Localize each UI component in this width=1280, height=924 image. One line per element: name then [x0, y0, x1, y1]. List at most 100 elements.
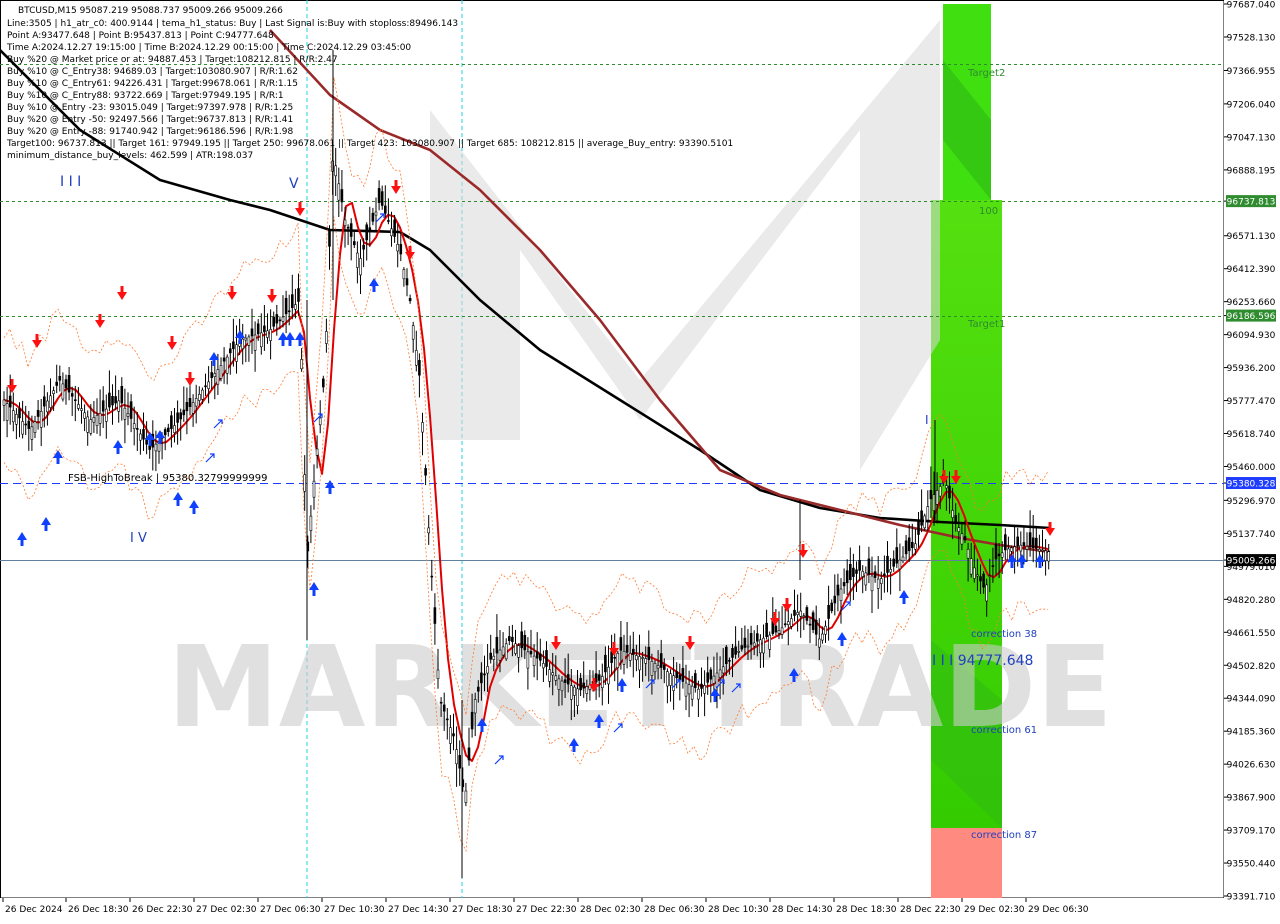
candle-body [411, 325, 415, 340]
candle-body [842, 582, 846, 587]
y-tick-label: 93391.710 [1227, 893, 1276, 903]
candle-body [569, 685, 573, 700]
point-c-label: I I I 94777.648 [932, 653, 1033, 669]
x-tick-label: 28 Dec 14:30 [772, 905, 833, 915]
y-tick-label: 94502.820 [1227, 662, 1276, 672]
y-tick-label: 96888.195 [1227, 166, 1276, 176]
candle-body [30, 426, 34, 440]
candle-body [517, 645, 520, 658]
candle-body [653, 662, 657, 673]
candle-body [1010, 547, 1013, 552]
candle-body [232, 341, 235, 350]
candle-body [870, 575, 874, 592]
candle-body [876, 578, 880, 589]
candle-body [814, 619, 818, 635]
candle-body [185, 401, 189, 412]
candle-body [498, 649, 502, 661]
candle-body [867, 558, 871, 575]
candle-body [495, 636, 499, 654]
candle-body [39, 410, 43, 428]
candle-body [229, 348, 232, 354]
candle-body [170, 415, 173, 429]
price-level-tag-label: 96737.813 [1227, 198, 1276, 208]
candle-body [408, 297, 412, 302]
candle-body [182, 409, 186, 416]
candle-body [83, 412, 86, 419]
candle-body [210, 372, 213, 378]
candle-body [365, 224, 369, 241]
candle-body [492, 655, 496, 660]
candle-body [759, 639, 762, 654]
info-line: Buy %10 @ C_Entry38: 94689.03 | Target:1… [7, 67, 298, 77]
info-line: Buy %20 @ Entry -50: 92497.566 | Target:… [7, 115, 293, 125]
candle-body [659, 653, 663, 668]
candle-body [666, 671, 669, 687]
candle-body [114, 396, 117, 404]
correction-label: correction 38 [971, 629, 1037, 640]
candle-body [402, 269, 406, 280]
candle-body [117, 400, 120, 412]
candle-body [824, 625, 827, 635]
candle-body [786, 621, 790, 626]
candle-body [504, 643, 508, 660]
level-label: FSB-HighToBreak | 95380.32799999999 [68, 473, 267, 484]
candle-body [5, 403, 9, 421]
candle-body [173, 425, 176, 433]
candle-body [476, 686, 480, 692]
price-level-tag-label: 95380.328 [1227, 480, 1276, 490]
candle-body [473, 699, 477, 714]
y-tick-label: 94026.630 [1227, 761, 1276, 771]
candle-body [852, 567, 855, 577]
candle-body [216, 369, 220, 385]
candle-body [638, 656, 641, 671]
correction-label: correction 87 [971, 830, 1037, 841]
candle-body [948, 485, 951, 499]
candle-body [8, 395, 12, 408]
candle-body [520, 631, 524, 649]
candle-body [566, 674, 570, 685]
info-line: minimum_distance_buy_levels: 462.599 | A… [7, 151, 253, 161]
candle-body [349, 223, 353, 237]
candle-body [855, 569, 858, 574]
candle-body [399, 244, 403, 255]
candle-body [74, 399, 77, 402]
chart-area[interactable]: MARKETTRADE BTCUSD,M15 95087.219 95088.7… [0, 0, 1280, 920]
info-line: Buy %10 @ C_Entry61: 94226.431 | Target:… [7, 79, 298, 89]
candle-body [126, 412, 130, 417]
candle-body [424, 468, 427, 476]
info-line: Buy %10 @ C_Entry88: 93722.669 | Target:… [7, 91, 284, 101]
info-line: Point A:93477.648 | Point B:95437.813 | … [7, 31, 274, 41]
candle-body [808, 623, 812, 626]
candle-body [393, 219, 396, 237]
candle-body [442, 704, 446, 712]
candle-body [312, 480, 316, 498]
candle-body [845, 570, 849, 584]
x-tick-label: 28 Dec 18:30 [836, 905, 897, 915]
x-tick-label: 27 Dec 02:30 [196, 905, 257, 915]
candle-body [61, 383, 65, 400]
candle-body [430, 575, 434, 578]
candle-body [89, 419, 93, 434]
y-tick-label: 95460.000 [1227, 463, 1276, 473]
wave-mark-label: I I I [60, 174, 81, 190]
candle-body [340, 189, 344, 203]
candle-body [377, 188, 381, 203]
candle-body [309, 515, 313, 531]
candle-body [762, 637, 765, 654]
candle-body [489, 652, 493, 660]
candle-body [352, 241, 356, 246]
candle-body [721, 666, 725, 674]
candle-body [935, 490, 939, 505]
x-tick-label: 27 Dec 18:30 [452, 905, 513, 915]
candle-body [879, 578, 883, 584]
candle-body [321, 378, 325, 388]
candle-body [325, 331, 328, 344]
candle-body [690, 685, 694, 700]
candle-body [969, 558, 973, 575]
candle-body [790, 618, 793, 627]
candle-body [991, 565, 995, 567]
candle-body [755, 633, 759, 642]
candle-body [799, 610, 803, 617]
candle-body [108, 392, 111, 408]
x-tick-label: 27 Dec 22:30 [516, 905, 577, 915]
